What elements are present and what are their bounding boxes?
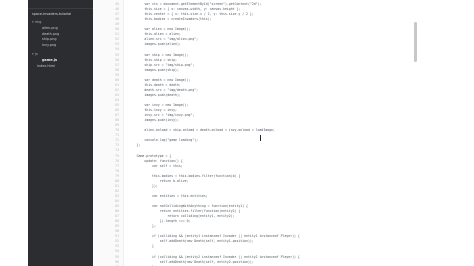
code-text: };: [129, 224, 156, 229]
code-text: death.src = "img/death.png";: [129, 87, 199, 92]
code-text: this.center = { x: this.size.x / 2, y: t…: [129, 12, 254, 17]
code-text: this.bodies = createInvaders(this);: [129, 17, 212, 22]
code-text: ship.src = "img/ship.png";: [129, 62, 195, 67]
code-text: this.bodies = this.bodies.filter(functio…: [129, 173, 241, 178]
code-text: return b.alive;: [129, 178, 189, 183]
file-tree-sidebar: space-invaders-tutorial ▾img alien.png dea…: [28, 0, 93, 266]
code-text: update: function() {: [129, 158, 183, 163]
code-text: return entities.filter(function(entity2)…: [129, 209, 241, 214]
tree-item-label: alien.png: [42, 25, 58, 30]
code-text: images.push(ship);: [129, 67, 179, 72]
code-editor[interactable]: 45 var ctx = document.getElementById("sc…: [93, 0, 418, 266]
code-text: alien.src = "img/alien.png";: [129, 37, 199, 42]
code-text: var alien = new Image();: [129, 27, 191, 32]
tree-item-label: index.html: [37, 63, 56, 68]
code-text: }).length === 0;: [129, 219, 191, 224]
code-text: console.log("game loading");: [129, 138, 199, 143]
code-text: if (colliding && (entity2 instanceof Inv…: [129, 254, 300, 259]
code-text: self.addDeath(new Death(self, entity1.po…: [129, 239, 254, 244]
code-text: var self = this;: [129, 163, 183, 168]
code-text: var death = new Image();: [129, 77, 191, 82]
code-text: var invy = new Image();: [129, 103, 189, 107]
tree-item-label: img: [35, 20, 42, 24]
code-text: Game.prototype = {: [129, 153, 172, 158]
code-text: self.addDeath(new Death(self, entity2.po…: [129, 259, 254, 264]
code-text: };: [129, 143, 141, 148]
code-text: invy.src = "img/invy.png";: [129, 113, 195, 118]
code-text: if (colliding && (entity1 instanceof Inv…: [129, 234, 300, 239]
code-text: });: [129, 183, 158, 188]
tree-file[interactable]: invy.png: [28, 43, 93, 49]
code-text: this.size = { x: canvas.width, y: canvas…: [129, 7, 241, 12]
code-text: this.death = death;: [129, 82, 181, 87]
tree-file[interactable]: index.html: [28, 64, 93, 70]
tree-item-label: invy.png: [42, 43, 57, 48]
code-text: this.ship = ship;: [129, 57, 177, 62]
code-text: alien.onload = ship.onload = death.onloa…: [129, 128, 275, 133]
code-text: }: [129, 244, 154, 249]
code-text: images.push(alien);: [129, 42, 181, 47]
code-text: this.alien = alien;: [129, 32, 181, 37]
code-text: images.push(invy);: [129, 118, 179, 123]
editor-window: space-invaders-tutorial ▾img alien.png dea…: [28, 0, 418, 266]
tree-item-label: ship.png: [42, 37, 57, 42]
tree-item-label: death.png: [42, 31, 60, 36]
code-text: var entities = this.entities;: [129, 193, 208, 198]
code-text: var notCollidingWithAnything = function(…: [129, 204, 248, 208]
code-text: images.push(death);: [129, 92, 181, 97]
tree-item-label: game.js: [42, 57, 58, 62]
file-tree: ▾img alien.png death.png ship.png invy.png ▾j…: [28, 20, 93, 69]
code-text: this.invy = invy;: [129, 108, 177, 113]
sidebar-header: [28, 0, 93, 9]
tree-item-label: js: [35, 51, 38, 56]
code-text: return colliding(entity1, entity2);: [129, 214, 235, 219]
code-text: var ctx = document.getElementById("scree…: [129, 2, 262, 6]
code-text: var ship = new Image();: [129, 52, 189, 57]
project-title[interactable]: space-invaders-tutorial: [28, 9, 93, 17]
